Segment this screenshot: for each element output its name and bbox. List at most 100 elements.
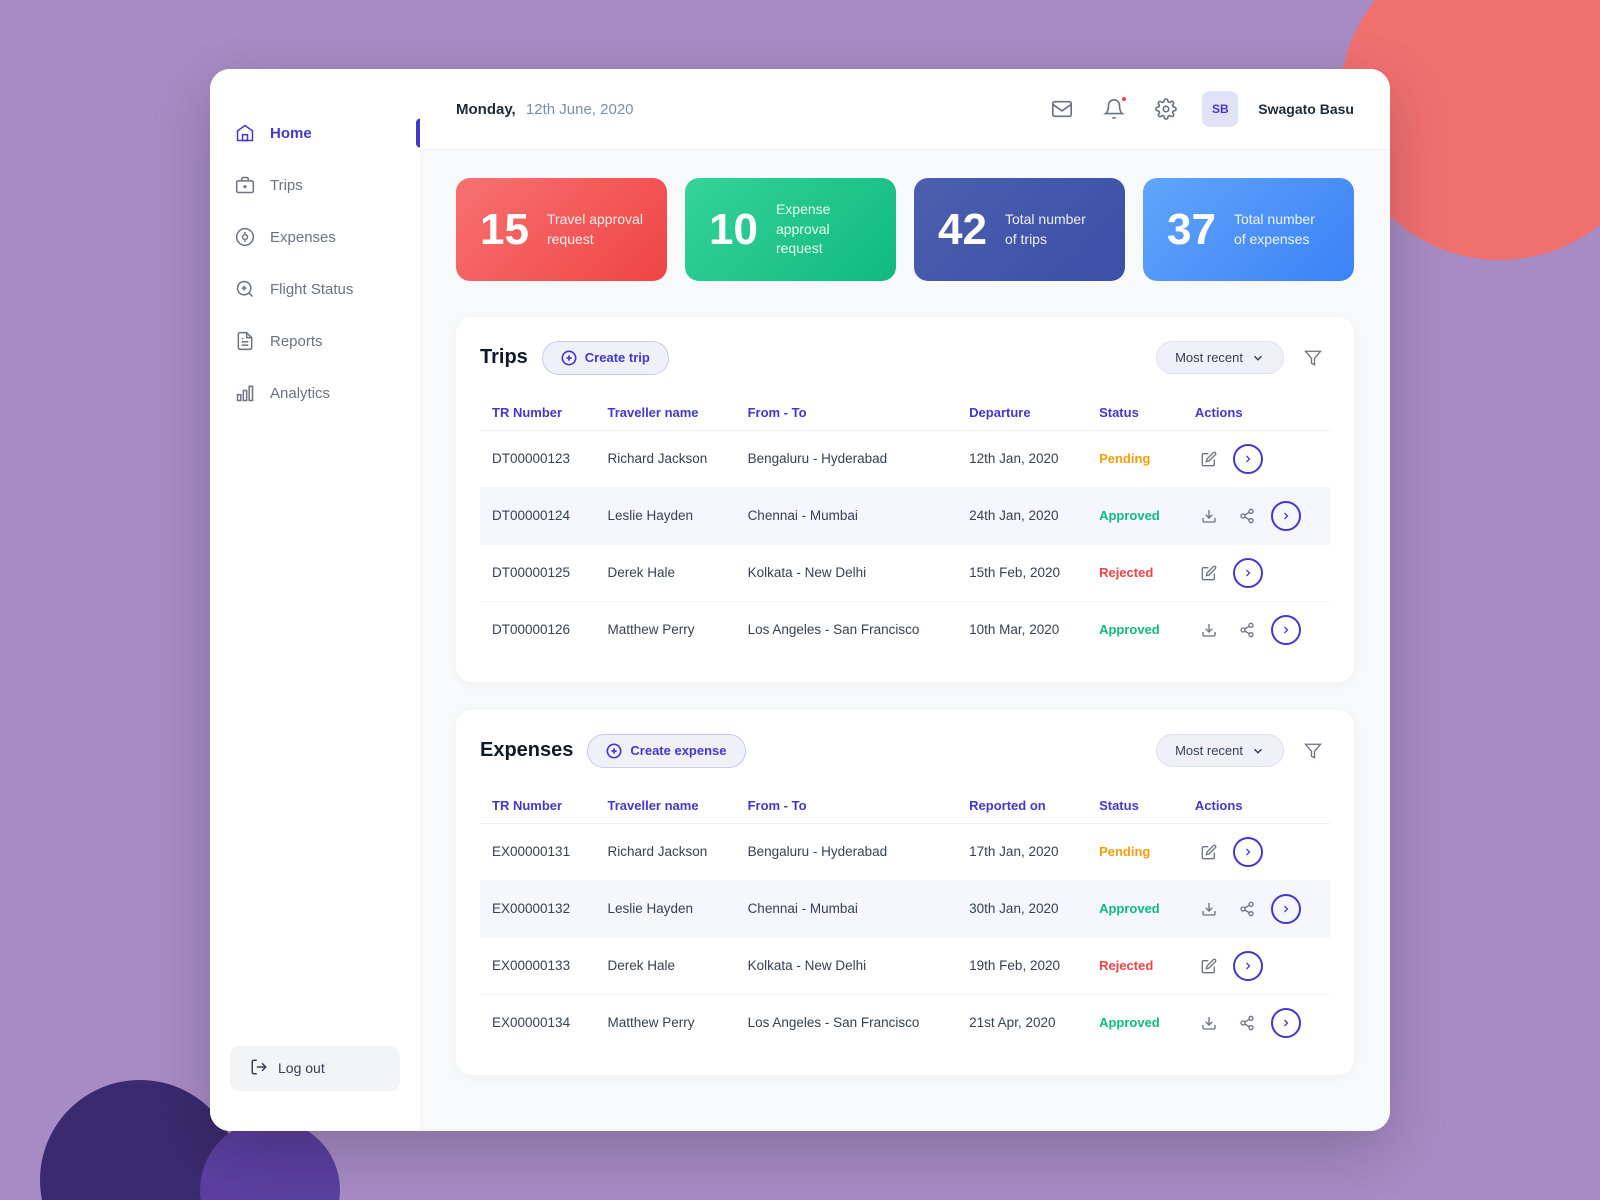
cell-route: Bengaluru - Hyderabad	[736, 430, 958, 487]
cell-date: 30th Jan, 2020	[957, 880, 1087, 937]
status-badge: Approved	[1099, 901, 1160, 916]
edit-icon[interactable]	[1195, 952, 1223, 980]
filter-icon	[1304, 349, 1322, 367]
mail-icon[interactable]	[1046, 93, 1078, 125]
download-icon[interactable]	[1195, 616, 1223, 644]
trips-sort-label: Most recent	[1175, 350, 1243, 365]
share-icon[interactable]	[1233, 895, 1261, 923]
trips-sort-button[interactable]: Most recent	[1156, 341, 1284, 374]
cell-name: Matthew Perry	[595, 601, 735, 658]
sidebar-label-flight-status: Flight Status	[270, 281, 353, 298]
cell-date: 21st Apr, 2020	[957, 994, 1087, 1051]
cell-actions	[1183, 430, 1330, 487]
notification-dot	[1120, 95, 1128, 103]
cell-date: 12th Jan, 2020	[957, 430, 1087, 487]
cell-date: 10th Mar, 2020	[957, 601, 1087, 658]
action-icons	[1195, 894, 1318, 924]
edit-icon[interactable]	[1195, 445, 1223, 473]
cell-route: Los Angeles - San Francisco	[736, 601, 958, 658]
cell-status: Approved	[1087, 880, 1183, 937]
expenses-sort-button[interactable]: Most recent	[1156, 734, 1284, 767]
cell-date: 24th Jan, 2020	[957, 487, 1087, 544]
sidebar-item-analytics[interactable]: Analytics	[210, 369, 420, 417]
cell-route: Los Angeles - San Francisco	[736, 994, 958, 1051]
stat-label-expense: Expense approvalrequest	[776, 200, 872, 259]
notification-icon[interactable]	[1098, 93, 1130, 125]
plus-circle-icon-2	[606, 743, 622, 759]
expenses-filter-button[interactable]	[1296, 734, 1330, 768]
header-day: Monday,	[456, 101, 516, 118]
action-icons	[1195, 558, 1318, 588]
stat-number-trips: 42	[938, 208, 987, 252]
expenses-section-left: Expenses Create expense	[480, 734, 746, 768]
stat-label-trips: Total numberof trips	[1005, 210, 1086, 249]
detail-icon[interactable]	[1271, 615, 1301, 645]
chevron-down-icon-2	[1251, 744, 1265, 758]
trips-section: Trips Create trip Most recent	[456, 317, 1354, 682]
logout-button[interactable]: Log out	[230, 1046, 400, 1091]
detail-icon[interactable]	[1271, 1008, 1301, 1038]
trips-section-left: Trips Create trip	[480, 341, 669, 375]
download-icon[interactable]	[1195, 1009, 1223, 1037]
detail-icon[interactable]	[1233, 558, 1263, 588]
header-actions: SB Swagato Basu	[1046, 91, 1354, 127]
cell-tr: DT00000123	[480, 430, 595, 487]
expenses-section-header: Expenses Create expense Most r	[480, 734, 1330, 768]
detail-icon[interactable]	[1271, 501, 1301, 531]
share-icon[interactable]	[1233, 616, 1261, 644]
user-name: Swagato Basu	[1258, 101, 1354, 117]
sidebar-item-expenses[interactable]: Expenses	[210, 213, 420, 261]
avatar[interactable]: SB	[1202, 91, 1238, 127]
cell-status: Pending	[1087, 430, 1183, 487]
sidebar-label-reports: Reports	[270, 333, 323, 350]
sidebar-label-expenses: Expenses	[270, 229, 336, 246]
detail-icon[interactable]	[1233, 837, 1263, 867]
download-icon[interactable]	[1195, 895, 1223, 923]
sidebar-item-flight-status[interactable]: Flight Status	[210, 265, 420, 313]
chevron-down-icon	[1251, 351, 1265, 365]
detail-icon[interactable]	[1271, 894, 1301, 924]
cell-route: Kolkata - New Delhi	[736, 544, 958, 601]
stats-row: 15 Travel approvalrequest 10 Expense app…	[456, 178, 1354, 281]
status-badge: Approved	[1099, 508, 1160, 523]
cell-tr: EX00000134	[480, 994, 596, 1051]
status-badge: Pending	[1099, 844, 1150, 859]
trips-section-right: Most recent	[1156, 341, 1330, 375]
trips-filter-button[interactable]	[1296, 341, 1330, 375]
sidebar-label-home: Home	[270, 125, 312, 142]
settings-icon[interactable]	[1150, 93, 1182, 125]
sidebar-item-home[interactable]: Home	[210, 109, 420, 157]
cell-route: Bengaluru - Hyderabad	[736, 823, 958, 880]
sidebar-logout-area: Log out	[230, 1046, 400, 1091]
cell-tr: EX00000133	[480, 937, 596, 994]
sidebar-label-analytics: Analytics	[270, 385, 330, 402]
expenses-col-status: Status	[1087, 788, 1183, 824]
cell-name: Richard Jackson	[595, 430, 735, 487]
edit-icon[interactable]	[1195, 838, 1223, 866]
logout-label: Log out	[278, 1060, 325, 1076]
status-badge: Approved	[1099, 622, 1160, 637]
cell-date: 19th Feb, 2020	[957, 937, 1087, 994]
trips-table-header-row: TR Number Traveller name From - To Depar…	[480, 395, 1330, 431]
create-trip-button[interactable]: Create trip	[542, 341, 669, 375]
edit-icon[interactable]	[1195, 559, 1223, 587]
stat-number-expense: 10	[709, 208, 758, 252]
cell-tr: EX00000131	[480, 823, 596, 880]
cell-actions	[1183, 601, 1330, 658]
detail-icon[interactable]	[1233, 444, 1263, 474]
share-icon[interactable]	[1233, 502, 1261, 530]
status-badge: Pending	[1099, 451, 1150, 466]
action-icons	[1195, 615, 1318, 645]
header-full-date: 12th June, 2020	[526, 101, 634, 118]
share-icon[interactable]	[1233, 1009, 1261, 1037]
expenses-col-route: From - To	[736, 788, 958, 824]
create-expense-button[interactable]: Create expense	[587, 734, 745, 768]
expenses-section-right: Most recent	[1156, 734, 1330, 768]
download-icon[interactable]	[1195, 502, 1223, 530]
cell-route: Chennai - Mumbai	[736, 487, 958, 544]
action-icons	[1195, 444, 1318, 474]
cell-date: 17th Jan, 2020	[957, 823, 1087, 880]
sidebar-item-reports[interactable]: Reports	[210, 317, 420, 365]
detail-icon[interactable]	[1233, 951, 1263, 981]
sidebar-item-trips[interactable]: Trips	[210, 161, 420, 209]
